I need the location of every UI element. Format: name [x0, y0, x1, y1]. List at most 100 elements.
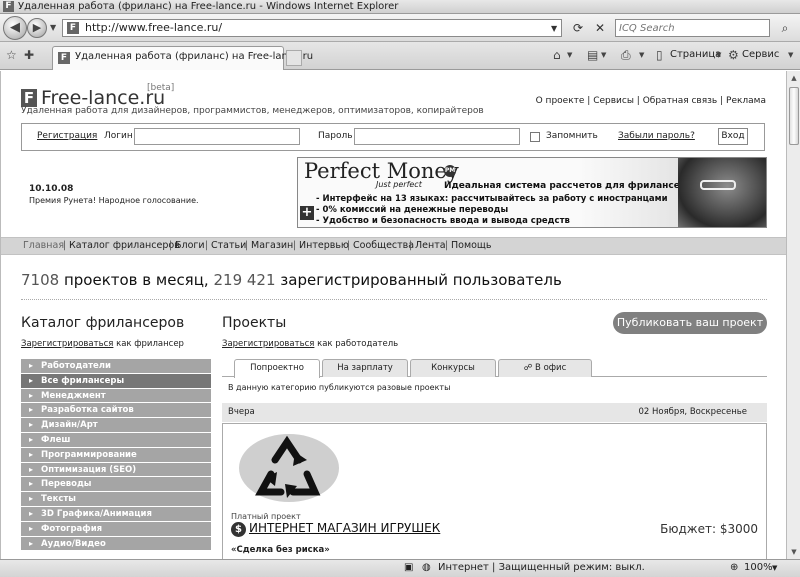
scroll-down-icon[interactable]: ▼ — [788, 545, 800, 559]
zoom-icon[interactable]: ⊕ — [730, 562, 738, 573]
logo-mark: F — [21, 89, 37, 107]
home-icon[interactable]: ⌂ — [553, 48, 561, 62]
project-budget: Бюджет: $3000 — [660, 522, 758, 536]
login-input[interactable] — [134, 128, 300, 145]
tools-dropdown-icon[interactable]: ▼ — [788, 51, 793, 59]
tab-per-project[interactable]: Попроектно — [234, 359, 320, 378]
banner-pm-badge-icon: PM — [444, 165, 456, 177]
page-icon[interactable]: ▯ — [656, 48, 663, 62]
address-toolbar: ◀ ▶ ▼ F http://www.free-lance.ru/ ▼ ⟳ ✕ … — [0, 14, 800, 42]
category-item[interactable]: 3D Графика/Анимация — [21, 506, 211, 522]
category-item[interactable]: Все фрилансеры — [21, 373, 211, 389]
link-advertising[interactable]: Реклама — [726, 96, 766, 106]
category-item[interactable]: Работодатели — [21, 359, 211, 374]
nav-shop[interactable]: Магазин — [251, 240, 293, 251]
forward-button[interactable]: ▶ — [27, 18, 47, 38]
banner-plus-icon: + — [300, 205, 314, 220]
status-icon: ▣ — [404, 562, 414, 573]
tools-menu[interactable]: Сервис — [742, 49, 779, 60]
tab-salary[interactable]: На зарплату — [322, 359, 408, 377]
category-item[interactable]: Программирование — [21, 447, 211, 463]
forgot-password-link[interactable]: Забыли пароль? — [618, 131, 695, 141]
address-url[interactable]: http://www.free-lance.ru/ — [85, 20, 222, 36]
page-menu[interactable]: Страница — [670, 49, 721, 60]
status-bar: ▣ ◍ Интернет | Защищенный режим: выкл. ⊕… — [0, 559, 800, 577]
category-item[interactable]: Менеджмент — [21, 388, 211, 404]
freelancer-register-suffix: как фрилансер — [116, 339, 184, 349]
browser-tab[interactable]: F Удаленная работа (фриланс) на Free-lan… — [52, 46, 313, 70]
login-button[interactable]: Вход — [718, 128, 748, 145]
category-item[interactable]: Оптимизация (SEO) — [21, 462, 211, 478]
office-icon: ☍ — [523, 363, 533, 373]
nav-feed[interactable]: Лента — [415, 240, 446, 251]
search-box[interactable] — [615, 19, 770, 37]
main-navigation: Главная | Каталог фрилансеров | Блоги | … — [1, 237, 786, 255]
link-services[interactable]: Сервисы — [593, 96, 634, 106]
perfect-money-banner[interactable]: Perfect Money PM Just perfect Идеальная … — [297, 157, 767, 228]
category-item[interactable]: Аудио/Видео — [21, 536, 211, 552]
address-dropdown-icon[interactable]: ▼ — [551, 24, 557, 33]
nav-catalog[interactable]: Каталог фрилансеров — [69, 240, 180, 251]
nav-help[interactable]: Помощь — [451, 240, 491, 251]
globe-icon: ◍ — [422, 562, 431, 573]
day-header: Вчера 02 Ноября, Воскресенье — [222, 403, 767, 422]
safe-deal-label: «Сделка без риска» — [231, 545, 330, 555]
tab-contests[interactable]: Конкурсы — [410, 359, 496, 377]
site-favicon-icon: F — [67, 22, 79, 34]
link-feedback[interactable]: Обратная связь — [643, 96, 718, 106]
print-dropdown-icon[interactable]: ▼ — [639, 51, 644, 59]
scroll-up-icon[interactable]: ▲ — [788, 71, 800, 85]
link-about[interactable]: О проекте — [536, 96, 585, 106]
zoom-dropdown-icon[interactable]: ▼ — [772, 564, 777, 572]
window-titlebar: F Удаленная работа (фриланс) на Free-lan… — [0, 0, 800, 14]
vertical-scrollbar[interactable]: ▲ ▼ — [786, 71, 800, 559]
remember-checkbox[interactable] — [530, 132, 540, 142]
refresh-icon[interactable]: ⟳ — [568, 19, 588, 37]
tools-gear-icon[interactable]: ⚙ — [728, 48, 739, 62]
logo-beta: [beta] — [147, 83, 175, 93]
category-item[interactable]: Разработка сайтов — [21, 403, 211, 419]
top-links: О проекте | Сервисы | Обратная связь | Р… — [535, 96, 766, 106]
home-dropdown-icon[interactable]: ▼ — [567, 51, 572, 59]
day-date: 02 Ноября, Воскресенье — [638, 407, 747, 417]
address-bar[interactable]: F http://www.free-lance.ru/ — [62, 19, 562, 37]
nav-articles[interactable]: Статьи — [211, 240, 246, 251]
register-link[interactable]: Регистрация — [37, 131, 97, 141]
print-icon[interactable]: ⎙ — [621, 48, 631, 63]
favorites-star-icon[interactable]: ☆ — [6, 48, 17, 62]
tab-office[interactable]: ☍ В офис — [498, 359, 592, 377]
add-favorites-icon[interactable]: ✚ — [24, 48, 34, 62]
search-icon[interactable]: ⌕ — [775, 19, 795, 37]
category-item[interactable]: Дизайн/Арт — [21, 418, 211, 433]
zoom-level[interactable]: 100% — [744, 562, 773, 573]
feeds-dropdown-icon[interactable]: ▼ — [601, 51, 606, 59]
history-dropdown-icon[interactable]: ▼ — [50, 23, 56, 32]
banner-bullet: - 0% комиссий на денежные переводы — [316, 205, 509, 215]
category-item[interactable]: Тексты — [21, 492, 211, 507]
category-item[interactable]: Переводы — [21, 477, 211, 493]
projects-count: 7108 — [21, 271, 60, 289]
back-button[interactable]: ◀ — [3, 16, 27, 40]
nav-communities[interactable]: Сообщества — [353, 240, 414, 251]
new-tab-button[interactable] — [286, 50, 302, 66]
news-text[interactable]: Премия Рунета! Народное голосование. — [29, 196, 199, 205]
nav-blogs[interactable]: Блоги — [175, 240, 205, 251]
feeds-icon[interactable]: ▤ — [587, 48, 598, 62]
search-input[interactable] — [616, 20, 746, 36]
password-input[interactable] — [354, 128, 520, 145]
nav-home[interactable]: Главная — [23, 240, 64, 251]
site-tagline: Удаленная работа для дизайнеров, програм… — [21, 106, 484, 116]
projects-text: проектов в месяц, — [63, 271, 209, 289]
page-dropdown-icon[interactable]: ▼ — [716, 51, 721, 59]
publish-project-button[interactable]: Публиковать ваш проект — [613, 312, 767, 334]
category-item[interactable]: Фотография — [21, 521, 211, 537]
freelancer-register-link[interactable]: Зарегистрироваться — [21, 339, 113, 349]
employer-register-link[interactable]: Зарегистрироваться — [222, 339, 314, 349]
nav-interview[interactable]: Интервью — [299, 240, 349, 251]
category-item[interactable]: Флеш — [21, 432, 211, 448]
banner-subtitle: Just perfect — [376, 180, 422, 189]
stop-icon[interactable]: ✕ — [590, 19, 610, 37]
project-title-link[interactable]: ИНТЕРНЕТ МАГАЗИН ИГРУШЕК — [249, 521, 440, 535]
scroll-thumb[interactable] — [789, 87, 799, 145]
dollar-icon: $ — [231, 522, 246, 537]
